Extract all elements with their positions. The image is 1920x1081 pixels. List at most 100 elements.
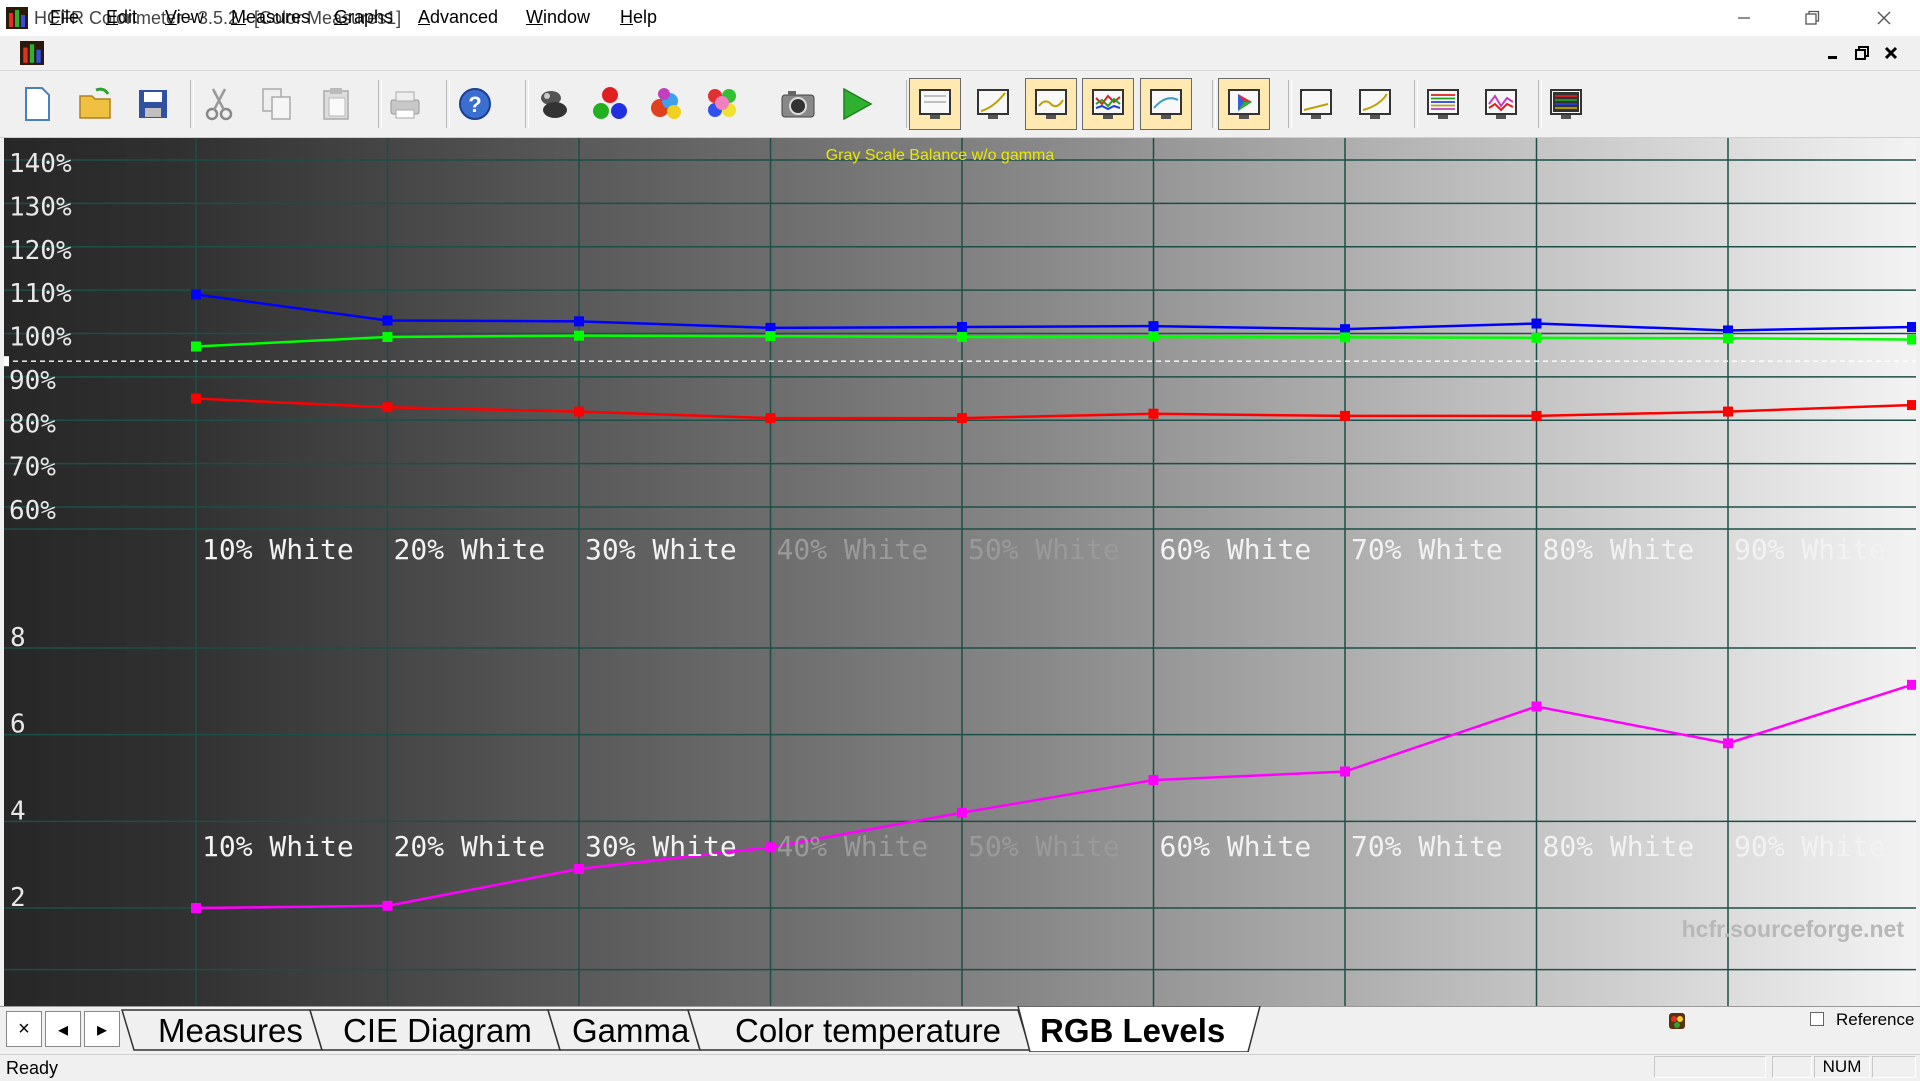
hcfr-app-icon xyxy=(6,7,28,29)
menu-advanced[interactable]: Advanced xyxy=(418,7,498,28)
data-point xyxy=(574,864,584,874)
copy-icon xyxy=(262,88,291,120)
data-point xyxy=(574,406,584,417)
data-point xyxy=(191,341,201,352)
data-point xyxy=(574,316,584,327)
camera-icon xyxy=(781,91,815,118)
reference-checkbox[interactable] xyxy=(1810,1012,1824,1026)
x-category-label: 50% White xyxy=(968,533,1120,566)
data-point xyxy=(765,413,776,424)
toolbar-separator xyxy=(1212,80,1216,128)
data-point xyxy=(1531,318,1542,329)
open-folder-button[interactable] xyxy=(70,78,122,130)
menu-view[interactable]: View xyxy=(165,7,204,28)
open-folder-icon xyxy=(79,87,111,119)
menu-file[interactable]: File xyxy=(50,7,79,28)
minimize-button[interactable] xyxy=(1720,0,1768,36)
data-point xyxy=(1907,334,1916,345)
status-pane-2 xyxy=(1772,1056,1812,1078)
view-measures-button[interactable] xyxy=(909,78,961,130)
tab-gamma[interactable]: Gamma xyxy=(572,1012,689,1050)
view-color-temp-button[interactable] xyxy=(1140,78,1192,130)
close-tab-button[interactable]: × xyxy=(6,1011,42,1047)
paste-button[interactable] xyxy=(310,78,362,130)
view-measures-combo-button[interactable] xyxy=(1540,78,1592,130)
data-point xyxy=(765,331,776,342)
play-button[interactable] xyxy=(830,78,882,130)
close-button[interactable] xyxy=(1860,0,1908,36)
menu-graphs[interactable]: Graphs xyxy=(334,7,393,28)
view-cie-icon xyxy=(1228,89,1260,119)
view-saturation-luminance-button[interactable] xyxy=(1417,78,1469,130)
y-tick-label: 6 xyxy=(10,710,26,740)
view-saturation-shift-button[interactable] xyxy=(1475,78,1527,130)
close-icon xyxy=(1877,11,1891,25)
mdi-restore-button[interactable] xyxy=(1851,42,1873,64)
svg-text:?: ? xyxy=(468,92,481,117)
minimize-icon xyxy=(1738,17,1750,19)
data-point xyxy=(1148,321,1159,332)
cut-scissors-button[interactable] xyxy=(193,78,245,130)
rgb-balls-button[interactable] xyxy=(584,78,636,130)
close-icon xyxy=(1884,46,1898,60)
data-point xyxy=(1148,775,1159,786)
chart-title: Gray Scale Balance w/o gamma xyxy=(826,147,1055,164)
tab-scroll-right-button[interactable]: ▸ xyxy=(84,1011,120,1047)
mdi-minimize-button[interactable] xyxy=(1822,42,1844,64)
data-point xyxy=(1340,410,1350,421)
y-tick-label: 140% xyxy=(9,149,72,179)
tab-scroll-left-button[interactable]: ◂ xyxy=(45,1011,81,1047)
status-pane-4 xyxy=(1872,1056,1916,1078)
restore-icon xyxy=(1855,46,1869,60)
color-swatches-button[interactable] xyxy=(640,78,692,130)
camera-button[interactable] xyxy=(772,78,824,130)
view-cie-button[interactable] xyxy=(1218,78,1270,130)
tab-color-temperature[interactable]: Color temperature xyxy=(735,1012,1001,1050)
copy-button[interactable] xyxy=(251,78,303,130)
reference-marker xyxy=(4,356,9,367)
sensor-status-icon[interactable] xyxy=(1666,1011,1688,1033)
data-point xyxy=(1723,406,1733,417)
rgb-levels-chart: 140% 130% 120% 110% 100% 90% 80% 70% 60% 8 6 4 2 10% … xyxy=(4,138,1916,1006)
menu-window[interactable]: Window xyxy=(526,7,590,28)
view-near-black-button[interactable] xyxy=(1290,78,1342,130)
data-point xyxy=(957,807,967,818)
data-point xyxy=(1531,410,1542,421)
play-icon xyxy=(843,87,873,121)
data-point xyxy=(1531,332,1542,343)
view-rgb-levels-icon xyxy=(1092,89,1124,119)
menu-bar xyxy=(0,36,1920,71)
sensor-button[interactable] xyxy=(527,78,579,130)
menu-measures[interactable]: Measures xyxy=(231,7,310,28)
status-pane-1 xyxy=(1654,1056,1766,1078)
x-category-label: 80% White xyxy=(1543,830,1695,863)
data-point xyxy=(191,393,201,404)
view-luminance-button[interactable] xyxy=(1025,78,1077,130)
view-rgb-levels-button[interactable] xyxy=(1082,78,1134,130)
y-tick-label: 4 xyxy=(10,796,26,826)
menu-help[interactable]: Help xyxy=(620,7,657,28)
tab-measures[interactable]: Measures xyxy=(158,1012,303,1050)
tab-cie-diagram[interactable]: CIE Diagram xyxy=(343,1012,532,1050)
data-point xyxy=(1340,332,1350,343)
x-category-label: 60% White xyxy=(1160,830,1312,863)
x-category-label: 10% White xyxy=(202,830,354,863)
status-num-indicator: NUM xyxy=(1814,1056,1870,1078)
help-icon: ? xyxy=(459,88,491,120)
help-button[interactable]: ? xyxy=(449,78,501,130)
tab-rgb-levels[interactable]: RGB Levels xyxy=(1040,1012,1225,1050)
new-document-button[interactable] xyxy=(11,78,63,130)
hcfr-menu-icon[interactable] xyxy=(20,41,44,65)
save-disk-button[interactable] xyxy=(127,78,179,130)
menu-edit[interactable]: Edit xyxy=(106,7,137,28)
status-bar xyxy=(0,1054,1920,1081)
data-point xyxy=(382,900,393,911)
restore-icon xyxy=(1805,10,1820,25)
restore-button[interactable] xyxy=(1788,0,1836,36)
view-near-white-button[interactable] xyxy=(1349,78,1401,130)
y-tick-label: 110% xyxy=(9,279,72,309)
colors-cluster-button[interactable] xyxy=(697,78,749,130)
print-button[interactable] xyxy=(379,78,431,130)
mdi-close-button[interactable] xyxy=(1880,42,1902,64)
view-gamma-button[interactable] xyxy=(967,78,1019,130)
